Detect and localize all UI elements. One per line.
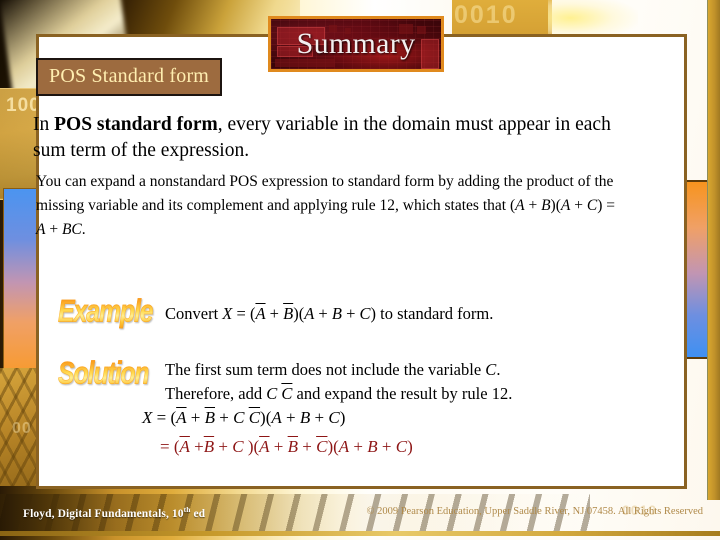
solution-wordart-label: Solution (58, 355, 150, 391)
equation-line-2: = (A +B + C )(A + B + C)(A + B + C) (160, 437, 413, 456)
equation-line-1: X = (A + B + C C)(A + B + C) (142, 408, 346, 427)
background-right-gold-stripe (707, 0, 720, 500)
footer-bottom-rule (0, 531, 720, 536)
solution-statement: The first sum term does not include the … (165, 360, 513, 403)
page-title: Summary (296, 27, 416, 60)
background-left-gradient-bar (3, 188, 37, 370)
footer-attribution-main: Floyd, Digital Fundamentals, 10 (23, 507, 184, 520)
example-wordart-label: Example (58, 293, 154, 329)
definition-bold-term: POS standard form (54, 114, 218, 135)
content-panel (36, 34, 687, 489)
footer-attribution: Floyd, Digital Fundamentals, 10th ed (23, 505, 205, 520)
example-statement: Convert X = (A + B)(A + B + C) to standa… (165, 304, 494, 323)
footer-attribution-tail: ed (190, 507, 206, 520)
title-banner: Summary (268, 16, 444, 72)
footer-copyright: © 2009 Pearson Education, Upper Saddle R… (366, 506, 703, 517)
definition-prefix: In (33, 114, 55, 135)
slide-canvas: 100 00 0010 0101 0010 Summary POS Standa… (0, 0, 720, 540)
footer-band: Floyd, Digital Fundamentals, 10th ed © 2… (0, 494, 720, 536)
definition-paragraph: In POS standard form, every variable in … (33, 112, 618, 164)
background-number-lower-left: 00 (12, 420, 32, 437)
background-binary-block: 0010 (452, 0, 552, 34)
explanation-paragraph: You can expand a nonstandard POS express… (36, 173, 615, 238)
background-binary-text: 0010 (454, 1, 518, 29)
pos-standard-form-keybox: POS Standard form (36, 58, 223, 96)
